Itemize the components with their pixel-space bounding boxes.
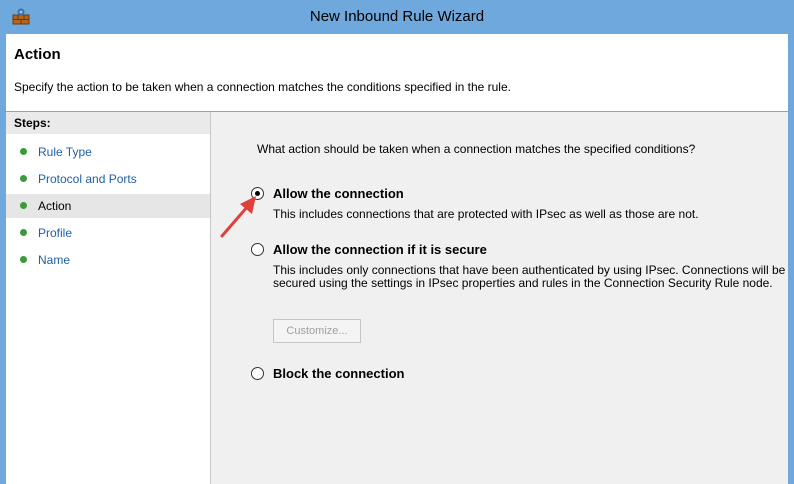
step-status-icon (20, 256, 27, 264)
page-description: Specify the action to be taken when a co… (14, 80, 511, 94)
step-name[interactable]: Name (6, 248, 210, 272)
page-header: Action Specify the action to be taken wh… (6, 34, 788, 112)
step-status-icon (20, 175, 27, 183)
step-action[interactable]: Action (6, 194, 210, 218)
step-label: Rule Type (38, 145, 92, 159)
allow-secure-description: This includes only connections that have… (273, 263, 786, 290)
allow-secure-radio[interactable] (251, 243, 264, 256)
action-panel: What action should be taken when a conne… (211, 112, 788, 484)
step-label: Action (38, 199, 72, 213)
step-label: Protocol and Ports (38, 172, 137, 186)
allow-description: This includes connections that are prote… (273, 207, 699, 221)
customize-button[interactable]: Customize... (273, 319, 361, 343)
page-title: Action (14, 46, 61, 63)
option-allow-if-secure[interactable]: Allow the connection if it is secure Thi… (251, 242, 791, 312)
steps-title: Steps: (6, 112, 210, 134)
annotation-arrow-icon (220, 196, 256, 238)
step-label: Name (38, 253, 71, 267)
step-status-icon (20, 202, 27, 210)
step-status-icon (20, 229, 27, 237)
step-status-icon (20, 148, 27, 156)
action-question: What action should be taken when a conne… (257, 142, 696, 156)
allow-label[interactable]: Allow the connection (273, 186, 404, 201)
window-title: New Inbound Rule Wizard (309, 8, 485, 25)
allow-secure-label[interactable]: Allow the connection if it is secure (273, 242, 487, 257)
step-label: Profile (38, 226, 73, 240)
step-rule-type[interactable]: Rule Type (6, 140, 210, 164)
step-protocol-and-ports[interactable]: Protocol and Ports (6, 167, 210, 191)
steps-sidebar: Steps: Rule Type Protocol and Ports Acti… (6, 112, 211, 484)
option-block[interactable]: Block the connection (251, 366, 551, 386)
option-allow[interactable]: Allow the connection This includes conne… (251, 186, 791, 226)
block-label[interactable]: Block the connection (273, 366, 404, 381)
step-profile[interactable]: Profile (6, 221, 210, 245)
title-bar[interactable]: New Inbound Rule Wizard (6, 0, 788, 34)
block-radio[interactable] (251, 367, 264, 380)
wizard-window: New Inbound Rule Wizard Action Specify t… (0, 0, 794, 484)
